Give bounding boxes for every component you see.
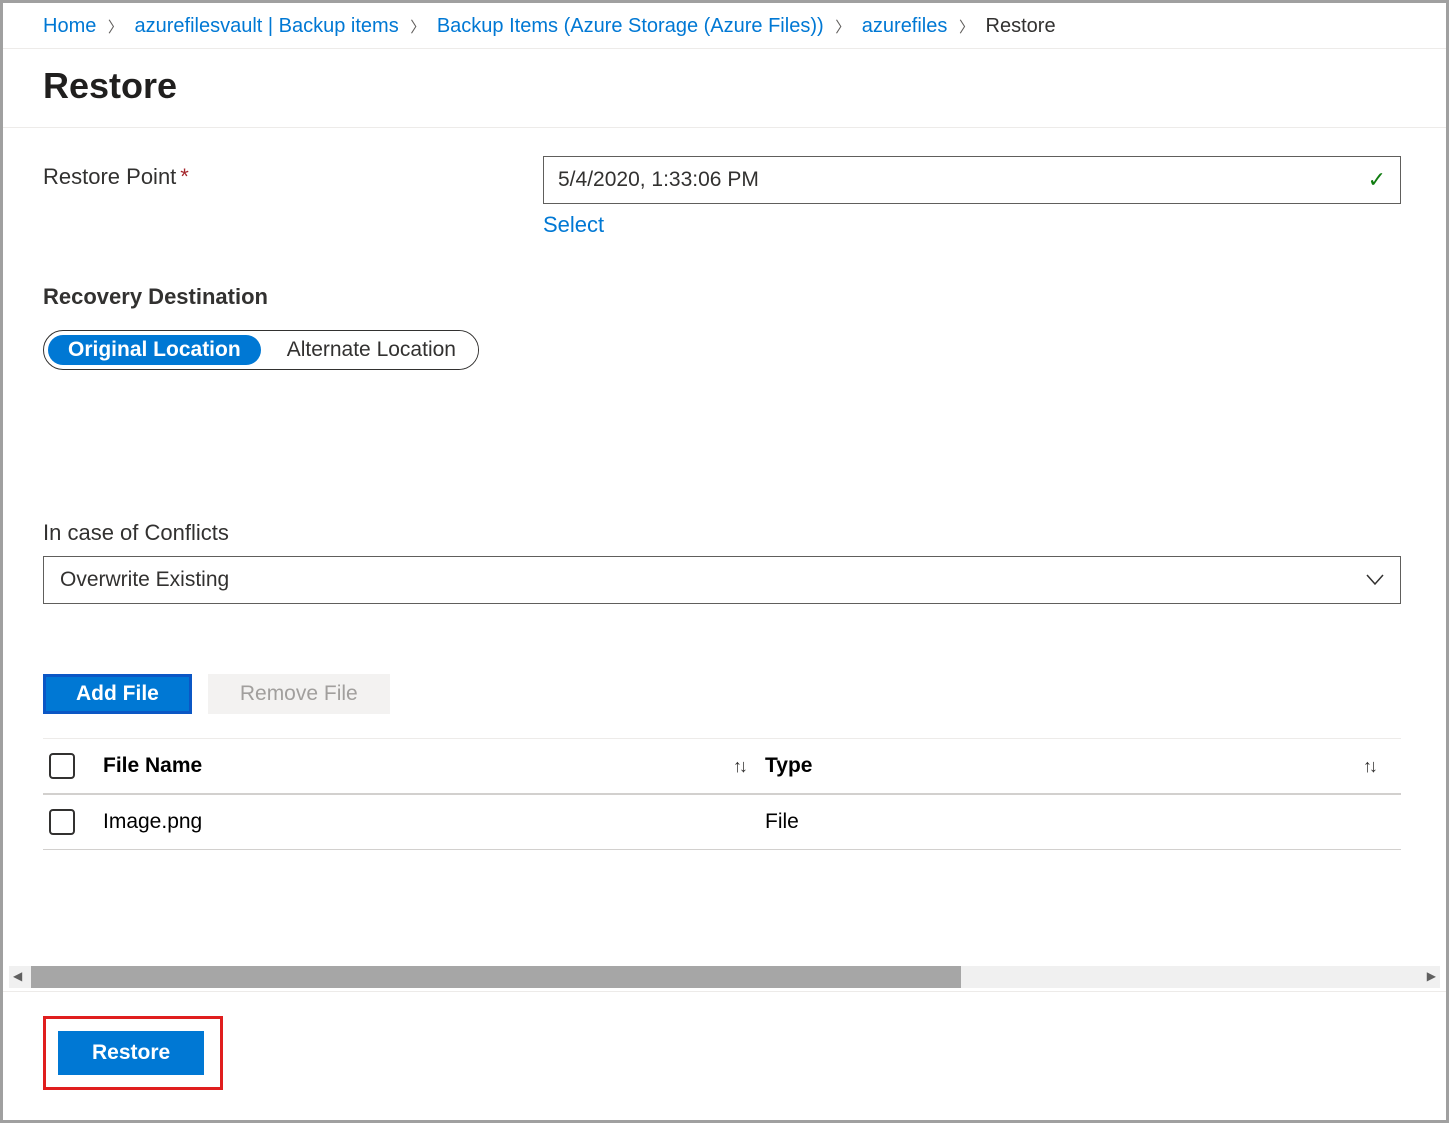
- col-header-type[interactable]: Type: [765, 754, 812, 778]
- scroll-left-icon[interactable]: ◀: [13, 969, 22, 983]
- recovery-destination-toggle: Original Location Alternate Location: [43, 330, 479, 370]
- checkmark-icon: ✓: [1368, 167, 1386, 193]
- row-checkbox[interactable]: [49, 809, 75, 835]
- footer: Restore: [3, 991, 1446, 1120]
- breadcrumb-home[interactable]: Home: [43, 15, 96, 37]
- required-asterisk: *: [180, 164, 189, 189]
- restore-point-value: 5/4/2020, 1:33:06 PM: [558, 168, 1368, 192]
- files-table: File Name ↑↓ Type ↑↓ Image.png File: [43, 738, 1401, 850]
- horizontal-scrollbar[interactable]: ◀ ▶: [9, 966, 1440, 988]
- breadcrumb-vault[interactable]: azurefilesvault | Backup items: [135, 15, 399, 37]
- remove-file-button: Remove File: [208, 674, 390, 714]
- cell-filename: Image.png: [103, 810, 765, 834]
- cell-type: File: [765, 810, 1395, 834]
- table-row[interactable]: Image.png File: [43, 795, 1401, 850]
- sort-icon[interactable]: ↑↓: [1363, 756, 1375, 777]
- sort-icon[interactable]: ↑↓: [733, 756, 745, 777]
- select-restore-point-link[interactable]: Select: [543, 212, 604, 238]
- table-header: File Name ↑↓ Type ↑↓: [43, 738, 1401, 795]
- col-header-filename[interactable]: File Name: [103, 754, 202, 778]
- original-location-option[interactable]: Original Location: [48, 335, 261, 365]
- chevron-right-icon: 〉: [959, 19, 974, 36]
- conflicts-dropdown[interactable]: Overwrite Existing: [43, 556, 1401, 604]
- scrollbar-thumb[interactable]: [31, 966, 961, 988]
- breadcrumb-backup-items[interactable]: Backup Items (Azure Storage (Azure Files…: [437, 15, 824, 37]
- restore-point-label: Restore Point*: [43, 156, 543, 190]
- select-all-checkbox[interactable]: [49, 753, 75, 779]
- chevron-right-icon: 〉: [108, 19, 123, 36]
- restore-highlight-box: Restore: [43, 1016, 223, 1090]
- breadcrumb-azurefiles[interactable]: azurefiles: [862, 15, 948, 37]
- breadcrumb: Home 〉 azurefilesvault | Backup items 〉 …: [3, 3, 1446, 49]
- breadcrumb-current: Restore: [986, 15, 1056, 37]
- scroll-right-icon[interactable]: ▶: [1427, 969, 1436, 983]
- chevron-down-icon: [1366, 570, 1384, 591]
- chevron-right-icon: 〉: [410, 19, 425, 36]
- conflicts-label: In case of Conflicts: [43, 520, 1406, 546]
- restore-point-input[interactable]: 5/4/2020, 1:33:06 PM ✓: [543, 156, 1401, 204]
- page-title: Restore: [3, 49, 1446, 128]
- recovery-destination-header: Recovery Destination: [43, 284, 1406, 310]
- conflicts-value: Overwrite Existing: [60, 568, 1366, 592]
- add-file-button[interactable]: Add File: [43, 674, 192, 714]
- alternate-location-option[interactable]: Alternate Location: [265, 331, 478, 369]
- restore-button[interactable]: Restore: [58, 1031, 204, 1075]
- chevron-right-icon: 〉: [835, 19, 850, 36]
